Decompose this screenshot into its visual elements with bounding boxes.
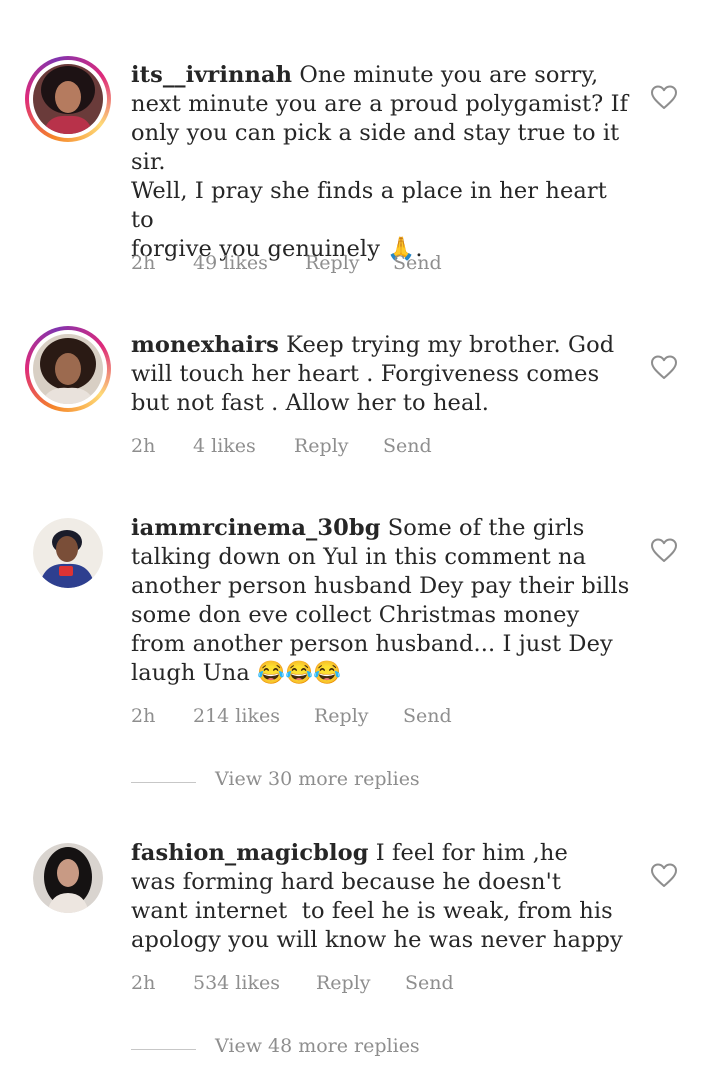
comment-username[interactable]: iammrcinema_30bg bbox=[131, 515, 381, 541]
view-more-replies-label[interactable]: View 48 more replies bbox=[215, 1035, 420, 1057]
avatar[interactable] bbox=[25, 326, 111, 412]
avatar[interactable] bbox=[25, 56, 111, 142]
comment-time: 2h bbox=[131, 705, 156, 727]
avatar-image bbox=[33, 334, 103, 404]
avatar-image bbox=[33, 518, 103, 588]
likes-count[interactable]: 49 likes bbox=[193, 252, 268, 274]
reply-button[interactable]: Reply bbox=[305, 252, 360, 274]
comment-username[interactable]: monexhairs bbox=[131, 332, 279, 358]
comment-username[interactable]: fashion_magicblog bbox=[131, 840, 369, 866]
avatar[interactable] bbox=[33, 843, 103, 913]
send-button[interactable]: Send bbox=[393, 252, 442, 274]
likes-count[interactable]: 4 likes bbox=[193, 435, 256, 457]
avatar[interactable] bbox=[33, 518, 103, 588]
reply-button[interactable]: Reply bbox=[316, 972, 371, 994]
avatar-image bbox=[33, 64, 103, 134]
comment-time: 2h bbox=[131, 252, 156, 274]
heart-outline-icon[interactable] bbox=[650, 354, 678, 380]
send-button[interactable]: Send bbox=[383, 435, 432, 457]
heart-outline-icon[interactable] bbox=[650, 862, 678, 888]
comment-time: 2h bbox=[131, 435, 156, 457]
avatar-image bbox=[33, 843, 103, 913]
likes-count[interactable]: 214 likes bbox=[193, 705, 280, 727]
divider bbox=[131, 1049, 196, 1050]
send-button[interactable]: Send bbox=[403, 705, 452, 727]
send-button[interactable]: Send bbox=[405, 972, 454, 994]
comment-text: One minute you are sorry, next minute yo… bbox=[131, 62, 628, 262]
view-more-replies[interactable]: View 30 more replies bbox=[131, 768, 531, 798]
comment-username[interactable]: its__ivrinnah bbox=[131, 62, 292, 88]
reply-button[interactable]: Reply bbox=[294, 435, 349, 457]
comment-time: 2h bbox=[131, 972, 156, 994]
heart-outline-icon[interactable] bbox=[650, 84, 678, 110]
view-more-replies-label[interactable]: View 30 more replies bbox=[215, 768, 420, 790]
likes-count[interactable]: 534 likes bbox=[193, 972, 280, 994]
divider bbox=[131, 782, 196, 783]
view-more-replies[interactable]: View 48 more replies bbox=[131, 1035, 531, 1065]
reply-button[interactable]: Reply bbox=[314, 705, 369, 727]
heart-outline-icon[interactable] bbox=[650, 537, 678, 563]
